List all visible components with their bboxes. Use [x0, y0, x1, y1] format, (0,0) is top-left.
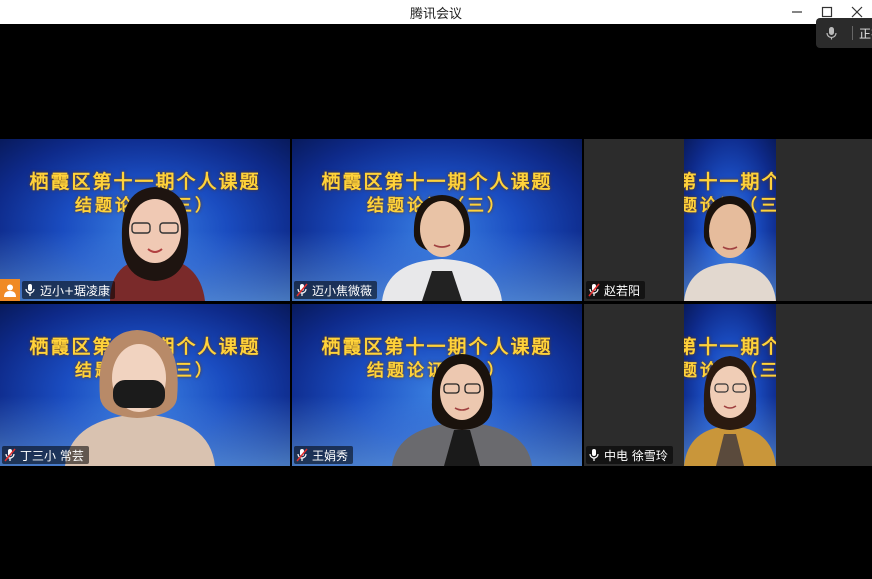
video-tile[interactable]: 栖霞区第十一期个人课题 结题论证（三） 中电 徐雪玲	[584, 304, 872, 466]
speaking-indicator[interactable]: 正在	[816, 18, 872, 48]
participant-video	[382, 195, 502, 301]
participant-video	[684, 356, 776, 466]
participant-name: 王娟秀	[312, 448, 349, 463]
microphone-icon	[25, 284, 35, 296]
participant-label: 丁三小 常芸	[2, 446, 89, 464]
microphone-icon	[589, 449, 599, 461]
close-icon	[851, 6, 863, 18]
participant-name: 中电 徐雪玲	[604, 448, 668, 463]
avatar	[0, 279, 20, 301]
participant-label: 中电 徐雪玲	[586, 446, 673, 464]
video-grid: 栖霞区第十一期个人课题 结题论证（三） 迈小+琚凌康 栖霞区第十一期个	[0, 139, 872, 467]
user-icon	[4, 284, 16, 297]
participant-label: 迈小+琚凌康	[22, 281, 116, 299]
participant-name: 迈小+琚凌康	[40, 283, 111, 298]
microphone-muted-icon	[588, 283, 600, 297]
video-tile[interactable]: 栖霞区第十一期个人课题 结题论证（三） 迈小焦微薇	[292, 139, 582, 301]
participant-video	[392, 354, 532, 466]
microphone-icon	[826, 27, 837, 40]
microphone-muted-icon	[296, 448, 308, 462]
participant-name: 丁三小 常芸	[20, 448, 84, 463]
participant-video	[65, 330, 215, 466]
video-feed: 栖霞区第十一期个人课题 结题论证（三）	[684, 139, 776, 301]
participant-label: 王娟秀	[294, 446, 354, 464]
maximize-icon	[821, 6, 833, 18]
title-bar: 腾讯会议	[0, 0, 872, 24]
microphone-muted-icon	[296, 283, 308, 297]
participant-label: 迈小焦微薇	[294, 281, 378, 299]
minimize-button[interactable]	[782, 0, 812, 24]
participant-label: 赵若阳	[586, 281, 646, 299]
video-feed: 栖霞区第十一期个人课题 结题论证（三）	[684, 304, 776, 466]
video-tile[interactable]: 栖霞区第十一期个人课题 结题论证（三） 赵若阳	[584, 139, 872, 301]
participant-video	[684, 196, 776, 301]
participant-name: 迈小焦微薇	[312, 283, 373, 298]
video-tile[interactable]: 栖霞区第十一期个人课题 结题论证（三） 丁三小 常芸	[0, 304, 290, 466]
window-title: 腾讯会议	[409, 6, 462, 22]
participant-name: 赵若阳	[604, 283, 641, 298]
video-tile[interactable]: 栖霞区第十一期个人课题 结题论证（三） 王娟秀	[292, 304, 582, 466]
microphone-muted-icon	[4, 448, 16, 462]
speaking-label: 正在	[859, 26, 872, 41]
minimize-icon	[792, 11, 802, 13]
video-tile[interactable]: 栖霞区第十一期个人课题 结题论证（三） 迈小+琚凌康	[0, 139, 290, 301]
